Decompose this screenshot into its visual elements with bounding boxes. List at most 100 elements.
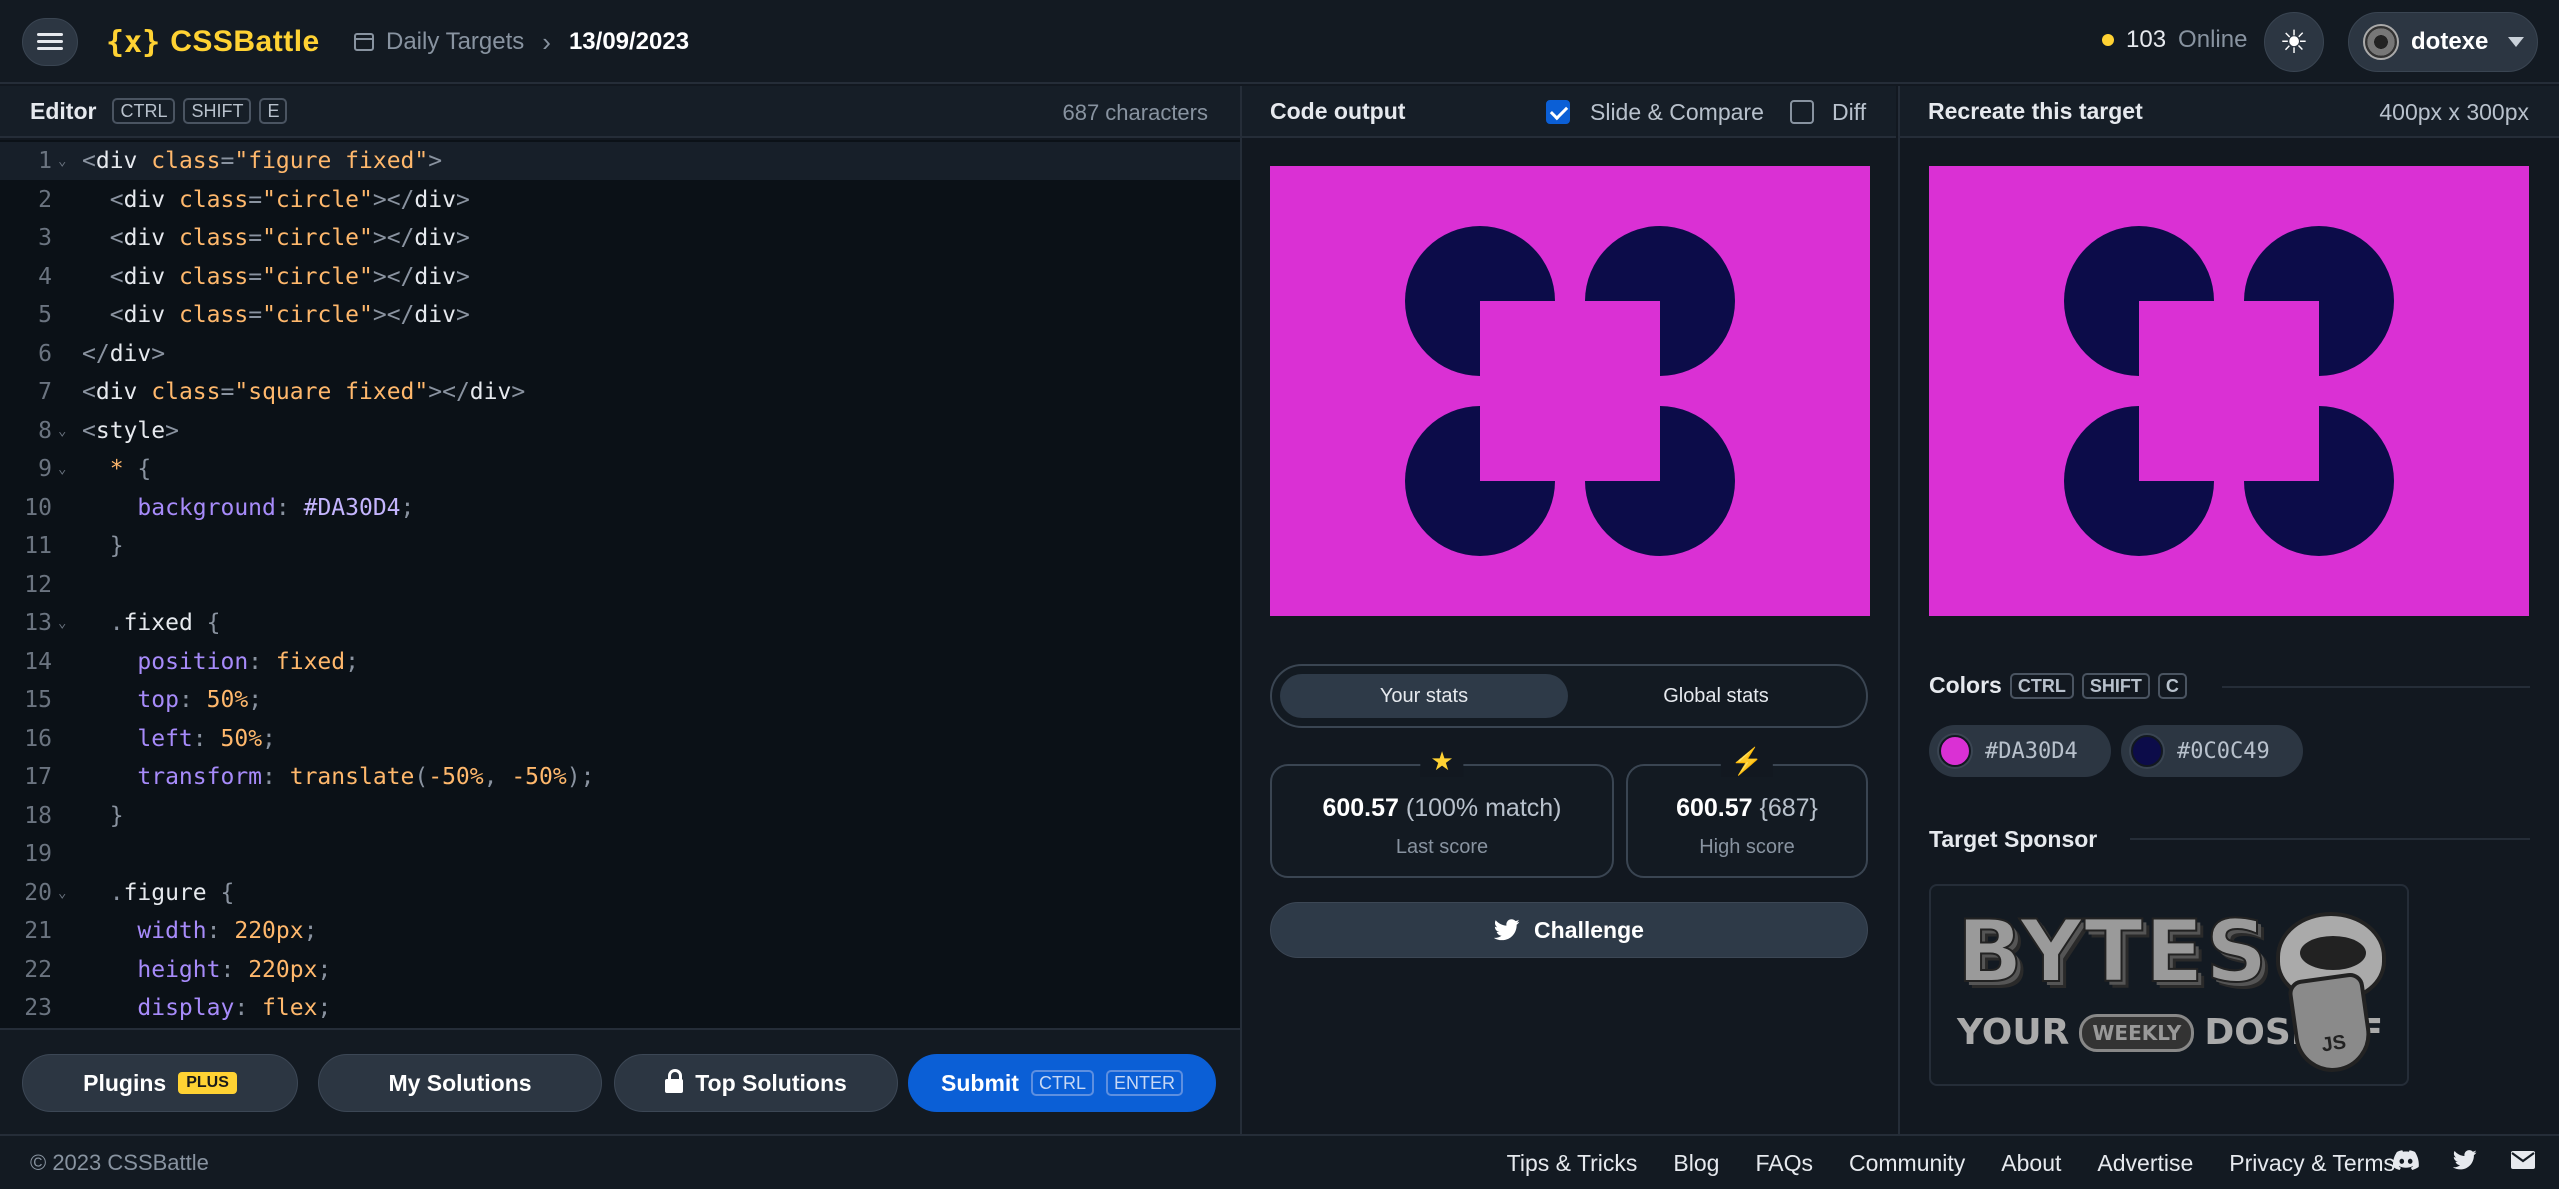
hamburger-icon xyxy=(37,33,63,51)
challenge-button[interactable]: Challenge xyxy=(1270,902,1868,958)
code-text: left: 50%; xyxy=(137,725,276,752)
breadcrumb-date: 13/09/2023 xyxy=(568,28,690,55)
discord-icon[interactable] xyxy=(2393,1150,2419,1170)
code-text: <div class="circle"></div> xyxy=(109,302,470,328)
code-line[interactable]: 21 width: 220px; xyxy=(0,912,1240,950)
mail-icon[interactable] xyxy=(2511,1151,2535,1169)
code-line[interactable]: 14 position: fixed; xyxy=(0,643,1240,681)
footer-link-advertise[interactable]: Advertise xyxy=(2097,1150,2193,1177)
line-number: 13 xyxy=(24,610,52,636)
code-line[interactable]: 18 } xyxy=(0,797,1240,835)
code-line[interactable]: 10 background: #DA30D4; xyxy=(0,489,1240,527)
target-square xyxy=(2139,301,2319,481)
editor-toolbar: Editor CTRL SHIFT E 687 characters xyxy=(0,86,1240,138)
logo[interactable]: {x} CSSBattle xyxy=(106,20,320,64)
menu-button[interactable] xyxy=(22,18,78,66)
tab-your-stats[interactable]: Your stats xyxy=(1280,674,1568,718)
last-score-label: Last score xyxy=(1395,836,1489,858)
color-dot xyxy=(1939,735,1971,767)
code-line[interactable]: 13 ⌄ .fixed { xyxy=(0,604,1240,642)
code-line[interactable]: 7 <div class="square fixed"></div> xyxy=(0,373,1240,411)
code-output-preview[interactable] xyxy=(1270,166,1870,616)
pane-divider[interactable] xyxy=(1898,86,1900,1134)
line-number: 12 xyxy=(24,571,52,598)
output-square xyxy=(1480,301,1660,481)
sponsor-js-badge: JS xyxy=(2320,1031,2348,1057)
code-line[interactable]: 11 } xyxy=(0,527,1240,565)
code-text: <div class="square fixed"></div> xyxy=(82,379,526,405)
sponsor-title: Target Sponsor xyxy=(1929,826,2098,852)
code-line[interactable]: 16 left: 50%; xyxy=(0,720,1240,758)
code-line[interactable]: 8 ⌄ <style> xyxy=(0,412,1240,450)
code-text: .figure { xyxy=(109,879,235,906)
code-line[interactable]: 12 xyxy=(0,566,1240,604)
tab-global-stats[interactable]: Global stats xyxy=(1572,674,1860,718)
code-line[interactable]: 2 <div class="circle"></div> xyxy=(0,181,1240,219)
fold-chevron-icon[interactable]: ⌄ xyxy=(58,142,66,180)
target-image[interactable] xyxy=(1929,166,2529,616)
footer-link-tips[interactable]: Tips & Tricks xyxy=(1507,1150,1638,1177)
stats-toggle: Your stats Global stats xyxy=(1270,664,1868,728)
code-line[interactable]: 23 display: flex; xyxy=(0,989,1240,1027)
code-line[interactable]: 9 ⌄ * { xyxy=(0,450,1240,488)
pane-divider[interactable] xyxy=(1240,86,1242,1134)
fold-chevron-icon[interactable]: ⌄ xyxy=(58,874,66,912)
line-number: 7 xyxy=(38,379,52,405)
fold-chevron-icon[interactable]: ⌄ xyxy=(58,412,66,450)
shortcut-key: SHIFT xyxy=(2081,672,2150,699)
code-editor[interactable]: 1 ⌄ <div class="figure fixed"> 2 <div class… xyxy=(0,140,1240,1028)
breadcrumb-daily-targets[interactable]: Daily Targets xyxy=(386,28,524,56)
line-number: 23 xyxy=(24,995,52,1021)
line-number: 18 xyxy=(24,802,52,829)
line-number: 2 xyxy=(38,186,52,213)
fold-chevron-icon[interactable]: ⌄ xyxy=(58,604,66,642)
plugins-button[interactable]: Plugins PLUS xyxy=(22,1054,298,1112)
divider xyxy=(2222,686,2530,688)
breadcrumb: Daily Targets › 13/09/2023 xyxy=(354,26,689,58)
footer-link-blog[interactable]: Blog xyxy=(1673,1150,1719,1177)
challenge-label: Challenge xyxy=(1534,916,1644,943)
code-line[interactable]: 17 transform: translate(-50%, -50%); xyxy=(0,758,1240,796)
submit-button[interactable]: Submit CTRL ENTER xyxy=(908,1054,1216,1112)
color-hex: #0C0C49 xyxy=(2177,738,2270,764)
top-solutions-button[interactable]: Top Solutions xyxy=(614,1054,898,1112)
colors-title: Colors xyxy=(1929,672,2002,698)
my-solutions-button[interactable]: My Solutions xyxy=(318,1054,602,1112)
code-line[interactable]: 4 <div class="circle"></div> xyxy=(0,258,1240,296)
code-text: } xyxy=(109,533,124,559)
footer-link-privacy[interactable]: Privacy & Terms xyxy=(2229,1150,2395,1177)
fold-chevron-icon[interactable]: ⌄ xyxy=(58,450,66,488)
color-hex: #DA30D4 xyxy=(1985,738,2078,764)
code-text: <div class="figure fixed"> xyxy=(82,148,443,174)
chevron-right-icon: › xyxy=(542,26,551,57)
code-text: <div class="circle"></div> xyxy=(109,186,470,213)
code-line[interactable]: 15 top: 50%; xyxy=(0,681,1240,719)
footer-link-about[interactable]: About xyxy=(2001,1150,2061,1177)
footer-link-faqs[interactable]: FAQs xyxy=(1755,1150,1813,1177)
code-line[interactable]: 1 ⌄ <div class="figure fixed"> xyxy=(0,142,1240,180)
slide-compare-label[interactable]: Slide & Compare xyxy=(1590,99,1764,126)
color-swatch[interactable]: #0C0C49 xyxy=(2121,725,2303,777)
code-line[interactable]: 22 height: 220px; xyxy=(0,951,1240,989)
code-line[interactable]: 6 </div> xyxy=(0,335,1240,373)
line-number: 22 xyxy=(24,956,52,983)
user-menu-button[interactable]: dotexe xyxy=(2348,12,2538,72)
footer-links: Tips & Tricks Blog FAQs Community About … xyxy=(1507,1150,2395,1177)
twitter-icon[interactable] xyxy=(2453,1150,2477,1170)
sponsor-banner[interactable]: BYTES YOUR WEEKLY DOSE OF JS xyxy=(1929,884,2409,1086)
code-line[interactable]: 19 xyxy=(0,835,1240,873)
last-score-match: (100% match) xyxy=(1405,794,1562,822)
diff-checkbox[interactable] xyxy=(1790,100,1814,124)
code-text: .fixed { xyxy=(109,610,221,636)
slide-compare-checkbox[interactable] xyxy=(1546,100,1570,124)
code-line[interactable]: 3 <div class="circle"></div> xyxy=(0,219,1240,257)
code-line[interactable]: 20 ⌄ .figure { xyxy=(0,874,1240,912)
diff-label[interactable]: Diff xyxy=(1832,99,1866,126)
output-toolbar: Code output Slide & Compare Diff xyxy=(1242,86,1896,138)
line-number: 3 xyxy=(38,225,52,251)
sponsor-heading: Target Sponsor xyxy=(1929,826,2097,853)
color-swatch[interactable]: #DA30D4 xyxy=(1929,725,2111,777)
footer-link-community[interactable]: Community xyxy=(1849,1150,1965,1177)
theme-toggle-button[interactable]: ☀ xyxy=(2264,12,2324,72)
code-line[interactable]: 5 <div class="circle"></div> xyxy=(0,296,1240,334)
